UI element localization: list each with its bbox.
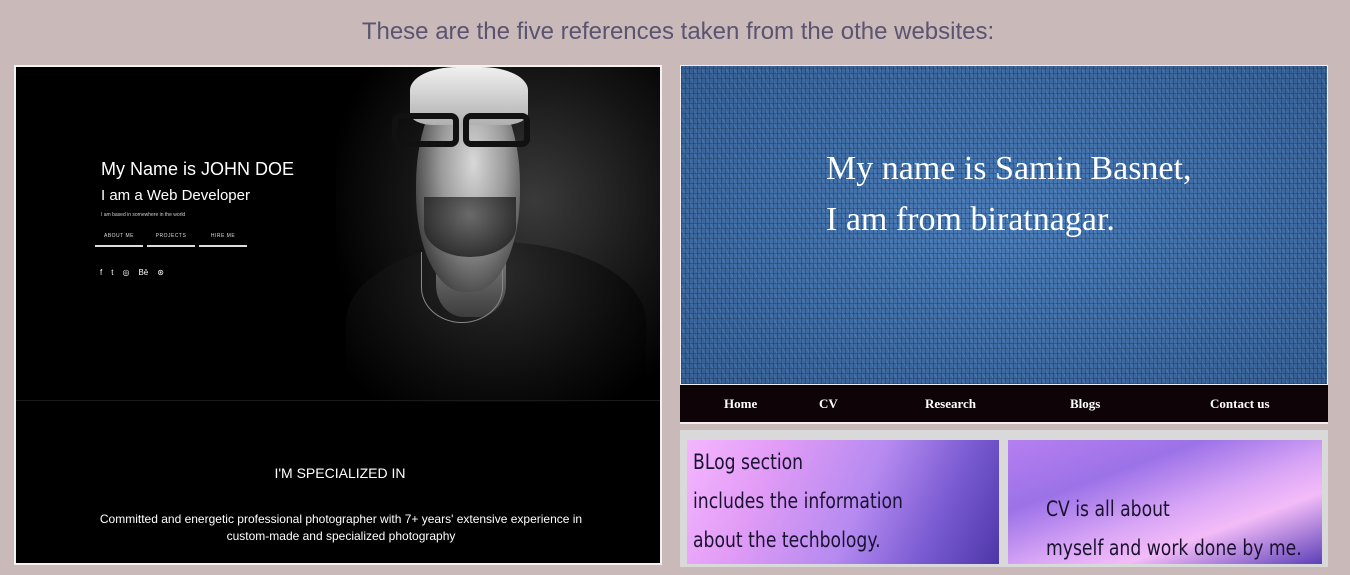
hero-line-1: My name is Samin Basnet, xyxy=(826,150,1192,187)
nav-home[interactable]: Home xyxy=(724,396,757,412)
hero-name: My Name is JOHN DOE xyxy=(101,159,295,179)
about-me-button[interactable]: ABOUT ME xyxy=(95,233,143,247)
cv-card-line: CV is all about xyxy=(1046,497,1170,521)
specialized-heading: I'M SPECIALIZED IN xyxy=(274,465,406,481)
reference-cards: BLog section includes the information ab… xyxy=(680,430,1328,567)
cv-card-text: CV is all about myself and work done by … xyxy=(1046,490,1302,564)
hero-line-2: I am from biratnagar. xyxy=(826,201,1115,238)
nav-blogs[interactable]: Blogs xyxy=(1070,396,1100,412)
projects-button[interactable]: PROJECTS xyxy=(147,233,195,247)
section-divider xyxy=(16,400,660,401)
nav-contact-us[interactable]: Contact us xyxy=(1210,396,1270,412)
blog-card-line: includes the information xyxy=(693,489,903,513)
blog-card-text: BLog section includes the information ab… xyxy=(693,443,903,560)
facebook-icon[interactable]: f xyxy=(100,268,102,277)
cv-card-line: myself and work done by me. xyxy=(1046,536,1302,560)
page-heading: These are the five references taken from… xyxy=(361,18,995,45)
reference-navbar: Home CV Research Blogs Contact us xyxy=(680,385,1328,424)
nav-cv[interactable]: CV xyxy=(819,396,838,412)
hero-role: I am a Web Developer xyxy=(101,187,250,204)
specialized-description: Committed and energetic professional pho… xyxy=(99,512,583,543)
blog-card-line: about the techbology. xyxy=(693,528,881,552)
portrait-glasses xyxy=(392,113,530,147)
twitter-icon[interactable]: t xyxy=(111,268,113,277)
cv-card[interactable]: CV is all about myself and work done by … xyxy=(1008,440,1322,564)
reference-screenshot-samin-hero: My name is Samin Basnet, I am from birat… xyxy=(680,65,1328,385)
hero-buttons: ABOUT ME PROJECTS HIRE ME xyxy=(95,233,247,247)
hero-location: I am based in somewhere in the world xyxy=(101,212,186,218)
blog-card-line: BLog section xyxy=(693,450,804,474)
reference-screenshot-john-doe: My Name is JOHN DOE I am a Web Developer… xyxy=(14,65,662,565)
nav-research[interactable]: Research xyxy=(925,396,976,412)
behance-icon[interactable]: Bē xyxy=(138,268,148,277)
dribbble-icon[interactable]: ⊛ xyxy=(157,268,164,277)
social-links: f t ◎ Bē ⊛ xyxy=(100,268,164,277)
blog-card[interactable]: BLog section includes the information ab… xyxy=(687,440,999,564)
hire-me-button[interactable]: HIRE ME xyxy=(199,233,247,247)
portrait-beard xyxy=(424,197,516,257)
instagram-icon[interactable]: ◎ xyxy=(122,268,129,277)
